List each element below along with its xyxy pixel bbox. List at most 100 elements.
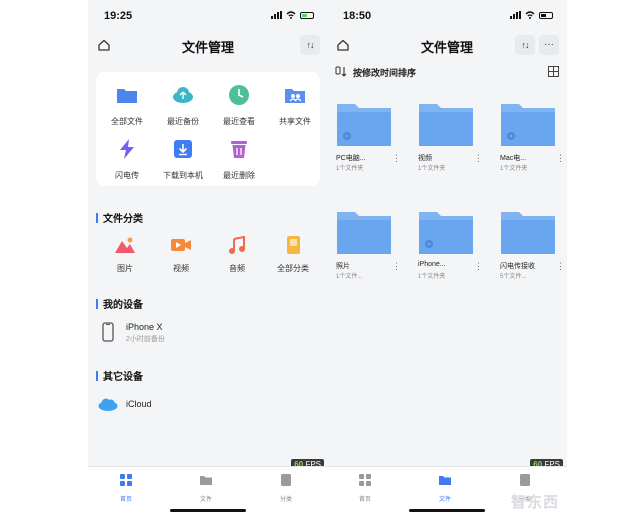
quick-action-all-files[interactable]: 全部文件 (102, 78, 152, 128)
sort-icon: ↑↓ (521, 40, 530, 50)
category-audio[interactable]: 音频 (212, 235, 262, 274)
tab-home[interactable]: 首页 (106, 473, 146, 503)
folder-item[interactable]: iPhone... 1个文件夹 ⋮ (415, 202, 485, 290)
folder-icon (117, 89, 137, 103)
music-icon (229, 235, 245, 254)
quick-action-shared-files[interactable]: 共享文件 (270, 78, 320, 128)
status-icons (510, 11, 553, 19)
category-label: 视频 (173, 264, 189, 273)
folder-gear-icon (419, 212, 473, 254)
category-video[interactable]: 视频 (156, 236, 206, 274)
quick-action-recent-viewed[interactable]: 最近查看 (214, 78, 264, 128)
lightning-icon (120, 139, 134, 159)
folder-count: 1个文件夹 (336, 166, 364, 172)
trash-icon (231, 141, 247, 158)
sort-label[interactable]: 按修改时间排序 (353, 66, 416, 79)
tab-label: 首页 (119, 497, 132, 503)
folder-count: 1个文件夹 (500, 166, 528, 172)
quick-action-recent-deleted[interactable]: 最近删除 (214, 132, 264, 182)
folder-item[interactable]: PC电脑... 1个文件夹 ⋮ (333, 94, 403, 182)
device-iphone[interactable]: iPhone X 2小时前备份 (98, 320, 318, 346)
folder-count: 5个文件... (500, 274, 527, 280)
battery-icon (539, 11, 553, 19)
grid-icon (120, 474, 132, 486)
quick-action-download-local[interactable]: 下载到本机 (158, 132, 208, 182)
battery-icon (300, 11, 314, 19)
category-tab-icon (281, 474, 291, 486)
status-time: 18:50 (343, 10, 372, 22)
folder-gear-icon (501, 104, 555, 146)
folder-icon (419, 104, 473, 146)
quick-action-label: 闪电传 (115, 171, 139, 180)
sort-order-icon[interactable] (335, 66, 347, 78)
folder-icon (501, 212, 555, 254)
folder-item[interactable]: Mac电... 1个文件夹 ⋮ (497, 94, 567, 182)
grid-view-icon[interactable] (548, 66, 559, 77)
quick-action-recent-backup[interactable]: 最近备份 (158, 78, 208, 128)
sort-icon: ↑↓ (306, 40, 315, 50)
tab-label: 文件 (199, 497, 212, 503)
folder-count: 1个文件... (336, 274, 363, 280)
phone-files-screen: 18:50 文件管理 ↑↓ ··· 按修改时间排序 PC电脑... 1个文件夹 … (327, 0, 567, 518)
folder-item[interactable]: 闪电传接收 5个文件... ⋮ (497, 202, 567, 290)
folder-name: 闪电传接收 (500, 263, 535, 270)
folder-more-icon[interactable]: ⋮ (474, 262, 483, 271)
home-indicator (409, 509, 485, 512)
folder-more-icon[interactable]: ⋮ (392, 154, 401, 163)
folder-more-icon[interactable]: ⋮ (556, 262, 565, 271)
folder-tab-icon (439, 476, 451, 485)
status-icons (271, 11, 314, 19)
clock-icon (229, 85, 249, 105)
sort-button[interactable]: ↑↓ (515, 35, 535, 55)
section-title-my-devices: 我的设备 (96, 296, 143, 311)
status-bar: 19:25 (88, 0, 328, 32)
sort-bar: 按修改时间排序 (327, 62, 567, 82)
section-title-other-devices: 其它设备 (96, 368, 143, 383)
device-name: iPhone X (126, 322, 163, 332)
phone-icon (102, 322, 114, 342)
shared-folder-icon (285, 89, 305, 103)
signal-icon (510, 11, 521, 19)
app-header: 文件管理 ↑↓ ··· (327, 32, 567, 58)
tab-categories[interactable]: 分类 (266, 473, 306, 503)
folder-item[interactable]: 照片 1个文件... ⋮ (333, 202, 403, 290)
tab-files[interactable]: 文件 (425, 473, 465, 503)
folder-name: 照片 (336, 263, 350, 270)
quick-action-flash-transfer[interactable]: 闪电传 (102, 132, 152, 182)
quick-action-label: 最近查看 (223, 117, 255, 126)
folder-more-icon[interactable]: ⋮ (474, 154, 483, 163)
image-icon (115, 237, 135, 253)
tab-files[interactable]: 文件 (186, 473, 226, 503)
tab-bar: 首页 文件 分类 (88, 466, 328, 518)
folder-item[interactable]: 视频 1个文件夹 ⋮ (415, 94, 485, 182)
all-categories-icon (287, 236, 300, 254)
folder-count: 1个文件夹 (418, 274, 446, 280)
folder-gear-icon (337, 104, 391, 146)
more-button[interactable]: ··· (539, 35, 559, 55)
folder-more-icon[interactable]: ⋮ (392, 262, 401, 271)
wifi-icon (525, 11, 535, 19)
tab-home[interactable]: 首页 (345, 473, 385, 503)
quick-action-label: 下载到本机 (163, 171, 203, 180)
category-label: 全部分类 (277, 264, 309, 273)
tab-label: 文件 (438, 497, 451, 503)
folder-name: PC电脑... (336, 155, 366, 162)
category-images[interactable]: 图片 (100, 236, 150, 274)
page-title: 文件管理 (181, 40, 234, 55)
download-icon (174, 140, 192, 158)
device-icloud[interactable]: iCloud (98, 394, 318, 420)
category-all[interactable]: 全部分类 (268, 236, 318, 274)
folder-name: Mac电... (500, 155, 527, 162)
folder-icon (337, 212, 391, 254)
app-header: 文件管理 ↑↓ (88, 32, 328, 58)
wifi-icon (286, 11, 296, 19)
video-icon (171, 239, 191, 251)
sort-button[interactable]: ↑↓ (300, 35, 320, 55)
quick-action-label: 最近备份 (167, 117, 199, 126)
watermark-logo: 智东西 (510, 494, 559, 511)
cloud-upload-icon (173, 87, 193, 103)
folder-more-icon[interactable]: ⋮ (556, 154, 565, 163)
device-backup-time: 2小时前备份 (126, 336, 165, 343)
signal-icon (271, 11, 282, 19)
icloud-icon (98, 398, 118, 411)
